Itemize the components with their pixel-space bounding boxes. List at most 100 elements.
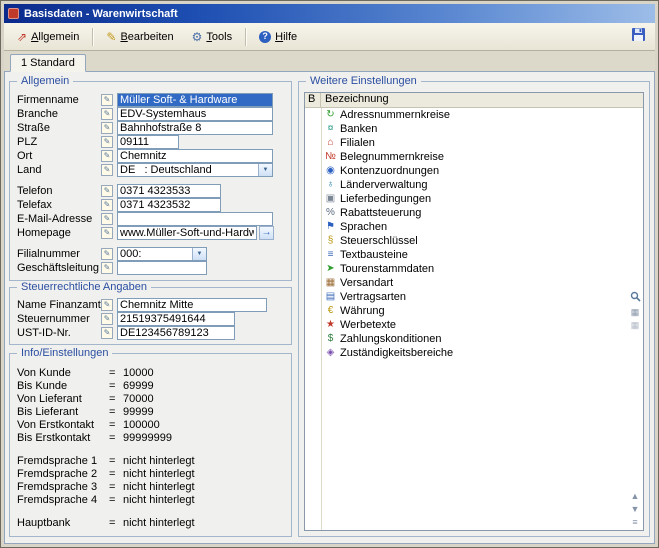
edit-flag-icon[interactable]: ✎	[101, 122, 113, 134]
steuernummer-input[interactable]	[117, 312, 235, 326]
list-item-icon: №	[324, 152, 337, 162]
edit-flag-icon[interactable]: ✎	[101, 313, 113, 325]
ustid-input[interactable]	[117, 326, 235, 340]
column-header-b[interactable]: B	[305, 93, 321, 107]
list-item-icon: €	[324, 306, 337, 316]
info-row-bis-erstkontakt: Bis Erstkontakt=99999999	[17, 431, 285, 444]
list-item[interactable]: € Währung	[305, 304, 643, 318]
list-item-icon: %	[324, 208, 337, 218]
edit-flag-icon[interactable]: ✎	[101, 227, 113, 239]
ort-input[interactable]	[117, 149, 273, 163]
menu-allgemein[interactable]: ⇗ Allgemein	[9, 27, 87, 47]
filialnummer-select[interactable]: 000: ▼	[117, 247, 207, 261]
list-item[interactable]: ↻ Adressnummernkreise	[305, 108, 643, 122]
list-item[interactable]: ➤ Tourenstammdaten	[305, 262, 643, 276]
list-item[interactable]: ▦ Versandart	[305, 276, 643, 290]
edit-flag-icon[interactable]: ✎	[101, 199, 113, 211]
email-input[interactable]	[117, 212, 273, 226]
branche-input[interactable]	[117, 107, 273, 121]
field-geschaeftsleitung: Geschäftsleitung ✎	[17, 261, 285, 275]
title-bar[interactable]: Basisdaten - Warenwirtschaft	[4, 4, 655, 23]
list-item[interactable]: § Steuerschlüssel	[305, 234, 643, 248]
chevron-down-icon[interactable]: ▼	[258, 164, 272, 176]
homepage-input[interactable]	[117, 226, 257, 240]
list-item[interactable]: ¤ Banken	[305, 122, 643, 136]
scroll-down-icon[interactable]: ▼	[631, 505, 640, 514]
list-item[interactable]: ♁ Länderverwaltung	[305, 178, 643, 192]
app-icon	[8, 8, 19, 19]
list-item[interactable]: % Rabattsteuerung	[305, 206, 643, 220]
open-homepage-button[interactable]: →	[259, 226, 274, 240]
edit-flag-icon[interactable]: ✎	[101, 262, 113, 274]
list-item[interactable]: ▤ Vertragsarten	[305, 290, 643, 304]
firmenname-input[interactable]	[117, 93, 273, 107]
list-item[interactable]: $ Zahlungskonditionen	[305, 332, 643, 346]
tab-strip: 1 Standard	[4, 51, 655, 72]
list-item[interactable]: ▣ Lieferbedingungen	[305, 192, 643, 206]
telefax-input[interactable]	[117, 198, 221, 212]
list-item-icon: ★	[324, 320, 337, 330]
list-item-label: Textbausteine	[340, 249, 408, 261]
list-item-label: Länderverwaltung	[340, 179, 427, 191]
grid-edit-icon[interactable]: ▦	[631, 321, 640, 330]
geschaeftsleitung-input[interactable]	[117, 261, 207, 275]
list-item[interactable]: № Belegnummernkreise	[305, 150, 643, 164]
filialnummer-label: Filialnummer	[17, 248, 101, 260]
list-item-icon: ↻	[324, 110, 337, 120]
go-arrow-icon: →	[262, 227, 272, 238]
field-ort: Ort ✎	[17, 149, 285, 163]
allgemein-icon: ⇗	[17, 31, 27, 43]
edit-flag-icon[interactable]: ✎	[101, 136, 113, 148]
list-item-b-cell	[305, 108, 321, 122]
list-item[interactable]: ⌂ Filialen	[305, 136, 643, 150]
grid-view-icon[interactable]: ▦	[631, 308, 640, 317]
edit-flag-icon[interactable]: ✎	[101, 185, 113, 197]
list-item[interactable]: ◈ Zuständigkeitsbereiche	[305, 346, 643, 360]
column-header-bezeichnung[interactable]: Bezeichnung	[321, 93, 643, 107]
list-item-b-cell	[305, 178, 321, 192]
tab-standard[interactable]: 1 Standard	[10, 54, 86, 72]
edit-flag-icon[interactable]: ✎	[101, 213, 113, 225]
edit-flag-icon[interactable]: ✎	[101, 108, 113, 120]
search-icon[interactable]	[630, 291, 641, 304]
field-gap	[17, 240, 285, 247]
list-item[interactable]: ≡ Textbausteine	[305, 248, 643, 262]
list-item-label: Banken	[340, 123, 377, 135]
group-info-einstellungen: Info/Einstellungen Von Kunde=10000 Bis K…	[9, 353, 292, 537]
finanzamt-input[interactable]	[117, 298, 267, 312]
save-button[interactable]	[627, 24, 650, 50]
list-header: B Bezeichnung	[305, 93, 643, 108]
field-plz: PLZ ✎	[17, 135, 285, 149]
list-item[interactable]: ◉ Kontenzuordnungen	[305, 164, 643, 178]
menu-bearbeiten[interactable]: ✎ Bearbeiten	[98, 27, 181, 47]
menu-tools[interactable]: ⚙ Tools	[184, 27, 240, 47]
field-land: Land ✎ DE : Deutschland ▼	[17, 163, 285, 177]
edit-flag-icon[interactable]: ✎	[101, 94, 113, 106]
main-content: Allgemein Firmenname ✎ Branche ✎ Straße …	[4, 71, 655, 544]
list-item-b-cell	[305, 262, 321, 276]
list-item-b-cell	[305, 304, 321, 318]
scroll-up-icon[interactable]: ▲	[631, 492, 640, 501]
telefon-input[interactable]	[117, 184, 221, 198]
edit-flag-icon[interactable]: ✎	[101, 327, 113, 339]
list-menu-icon[interactable]: ≡	[632, 518, 637, 527]
settings-list: B Bezeichnung ↻ Adressnummernkreise ¤ Ba…	[304, 92, 644, 531]
land-select[interactable]: DE : Deutschland ▼	[117, 163, 273, 177]
chevron-down-icon[interactable]: ▼	[192, 248, 206, 260]
list-item-icon: ▣	[324, 194, 337, 204]
strasse-input[interactable]	[117, 121, 273, 135]
edit-flag-icon[interactable]: ✎	[101, 164, 113, 176]
group-weitere-title: Weitere Einstellungen	[306, 75, 421, 87]
menu-tools-label: Tools	[206, 31, 232, 43]
list-item[interactable]: ⚑ Sprachen	[305, 220, 643, 234]
field-ustid: UST-ID-Nr. ✎	[17, 326, 285, 340]
list-item-label: Tourenstammdaten	[340, 263, 434, 275]
plz-input[interactable]	[117, 135, 179, 149]
list-item[interactable]: ★ Werbetexte	[305, 318, 643, 332]
edit-flag-icon[interactable]: ✎	[101, 248, 113, 260]
edit-flag-icon[interactable]: ✎	[101, 299, 113, 311]
list-item-icon: ≡	[324, 250, 337, 260]
edit-flag-icon[interactable]: ✎	[101, 150, 113, 162]
toolbar-separator	[245, 28, 246, 46]
menu-hilfe[interactable]: ? Hilfe	[251, 27, 305, 47]
